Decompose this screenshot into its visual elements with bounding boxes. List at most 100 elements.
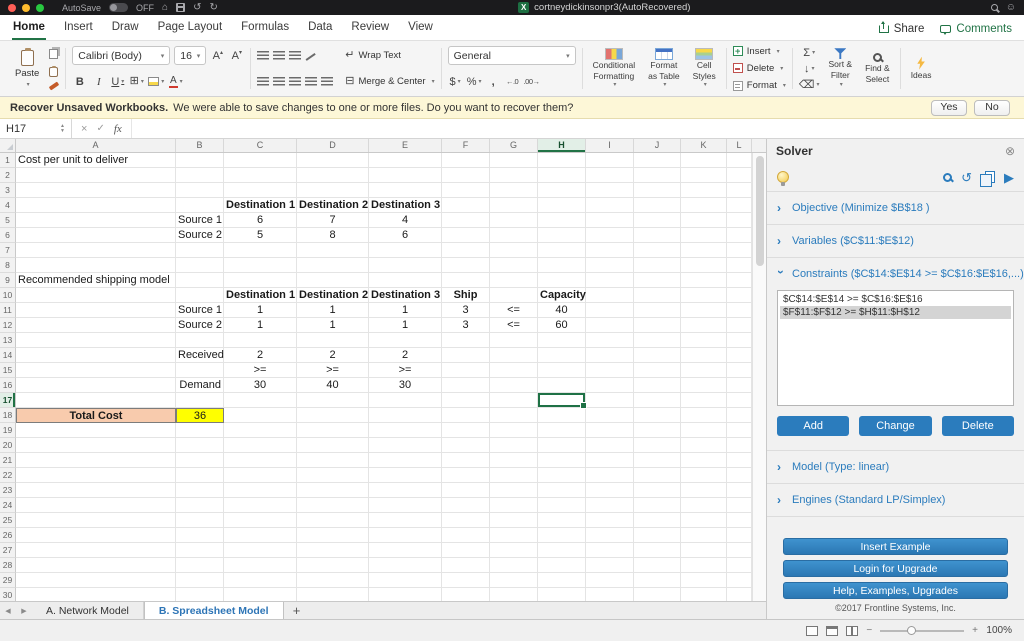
cell-J9[interactable] xyxy=(634,273,681,288)
comma-style-button[interactable]: , xyxy=(486,73,501,91)
cell-F26[interactable] xyxy=(442,528,490,543)
cell-H10[interactable]: Capacity xyxy=(538,288,586,303)
cell-I15[interactable] xyxy=(586,363,634,378)
cell-J26[interactable] xyxy=(634,528,681,543)
decrease-font-size-button[interactable]: A ▾ xyxy=(229,47,244,65)
cell-J13[interactable] xyxy=(634,333,681,348)
column-header-G[interactable]: G xyxy=(490,139,538,152)
cell-I18[interactable] xyxy=(586,408,634,423)
cell-J29[interactable] xyxy=(634,573,681,588)
row-header-6[interactable]: 6 xyxy=(0,228,16,243)
cell-H20[interactable] xyxy=(538,438,586,453)
ribbon-tab-data[interactable]: Data xyxy=(307,17,333,40)
cell-B15[interactable] xyxy=(176,363,224,378)
column-header-D[interactable]: D xyxy=(297,139,369,152)
zoom-slider-knob[interactable] xyxy=(907,625,917,635)
cell-E29[interactable] xyxy=(369,573,442,588)
cell-D10[interactable]: Destination 2 xyxy=(297,288,369,303)
cell-B23[interactable] xyxy=(176,483,224,498)
solver-engines-section[interactable]: › Engines (Standard LP/Simplex) xyxy=(767,483,1024,516)
cell-A15[interactable] xyxy=(16,363,176,378)
cell-C20[interactable] xyxy=(224,438,297,453)
cell-D30[interactable] xyxy=(297,588,369,601)
cell-K25[interactable] xyxy=(681,513,727,528)
zoom-out-icon[interactable]: − xyxy=(866,625,872,636)
cell-F3[interactable] xyxy=(442,183,490,198)
cell-G24[interactable] xyxy=(490,498,538,513)
cell-G13[interactable] xyxy=(490,333,538,348)
cell-B24[interactable] xyxy=(176,498,224,513)
cell-G6[interactable] xyxy=(490,228,538,243)
cell-G22[interactable] xyxy=(490,468,538,483)
cell-D27[interactable] xyxy=(297,543,369,558)
cell-A21[interactable] xyxy=(16,453,176,468)
cell-C26[interactable] xyxy=(224,528,297,543)
cell-L23[interactable] xyxy=(727,483,752,498)
cell-A9[interactable]: Recommended shipping model xyxy=(16,273,176,288)
cell-C17[interactable] xyxy=(224,393,297,408)
cell-E5[interactable]: 4 xyxy=(369,213,442,228)
row-header-7[interactable]: 7 xyxy=(0,243,16,258)
cell-D18[interactable] xyxy=(297,408,369,423)
row-header-27[interactable]: 27 xyxy=(0,543,16,558)
fill-color-button[interactable] xyxy=(148,73,164,91)
cell-I29[interactable] xyxy=(586,573,634,588)
cell-G26[interactable] xyxy=(490,528,538,543)
paste-button[interactable]: Paste xyxy=(10,45,44,92)
cell-B8[interactable] xyxy=(176,258,224,273)
cell-C1[interactable] xyxy=(224,153,297,168)
cell-B9[interactable] xyxy=(176,273,224,288)
cell-L17[interactable] xyxy=(727,393,752,408)
cell-J22[interactable] xyxy=(634,468,681,483)
row-header-19[interactable]: 19 xyxy=(0,423,16,438)
cell-I2[interactable] xyxy=(586,168,634,183)
select-all-corner[interactable] xyxy=(0,139,16,152)
cell-J10[interactable] xyxy=(634,288,681,303)
cell-L25[interactable] xyxy=(727,513,752,528)
cell-J8[interactable] xyxy=(634,258,681,273)
cell-H25[interactable] xyxy=(538,513,586,528)
normal-view-icon[interactable] xyxy=(806,625,819,636)
cell-E13[interactable] xyxy=(369,333,442,348)
cell-F29[interactable] xyxy=(442,573,490,588)
cell-D22[interactable] xyxy=(297,468,369,483)
save-icon[interactable] xyxy=(176,3,186,12)
sheet-tab-b-spreadsheet-model[interactable]: B. Spreadsheet Model xyxy=(143,602,284,619)
cell-C15[interactable]: >= xyxy=(224,363,297,378)
cell-B10[interactable] xyxy=(176,288,224,303)
cell-I22[interactable] xyxy=(586,468,634,483)
cell-L5[interactable] xyxy=(727,213,752,228)
cell-J21[interactable] xyxy=(634,453,681,468)
cell-G17[interactable] xyxy=(490,393,538,408)
cell-L4[interactable] xyxy=(727,198,752,213)
cell-G14[interactable] xyxy=(490,348,538,363)
cell-J19[interactable] xyxy=(634,423,681,438)
insert-function-icon[interactable]: fx xyxy=(114,123,122,135)
cell-I24[interactable] xyxy=(586,498,634,513)
cell-I26[interactable] xyxy=(586,528,634,543)
cell-D17[interactable] xyxy=(297,393,369,408)
cell-L21[interactable] xyxy=(727,453,752,468)
autosave-toggle[interactable] xyxy=(109,3,129,12)
column-header-H[interactable]: H xyxy=(538,139,586,152)
cell-D7[interactable] xyxy=(297,243,369,258)
cell-G19[interactable] xyxy=(490,423,538,438)
add-sheet-button[interactable]: + xyxy=(284,602,310,619)
cell-J7[interactable] xyxy=(634,243,681,258)
cell-I23[interactable] xyxy=(586,483,634,498)
cell-I19[interactable] xyxy=(586,423,634,438)
cell-E26[interactable] xyxy=(369,528,442,543)
cell-K29[interactable] xyxy=(681,573,727,588)
vertical-scrollbar[interactable] xyxy=(752,153,766,601)
row-header-14[interactable]: 14 xyxy=(0,348,16,363)
cell-J6[interactable] xyxy=(634,228,681,243)
column-header-C[interactable]: C xyxy=(224,139,297,152)
cell-H26[interactable] xyxy=(538,528,586,543)
add-constraint-button[interactable]: Add xyxy=(777,416,850,436)
row-header-8[interactable]: 8 xyxy=(0,258,16,273)
row-header-12[interactable]: 12 xyxy=(0,318,16,333)
cell-F16[interactable] xyxy=(442,378,490,393)
cell-J14[interactable] xyxy=(634,348,681,363)
solve-play-icon[interactable]: ▶ xyxy=(1004,171,1014,184)
cell-E23[interactable] xyxy=(369,483,442,498)
